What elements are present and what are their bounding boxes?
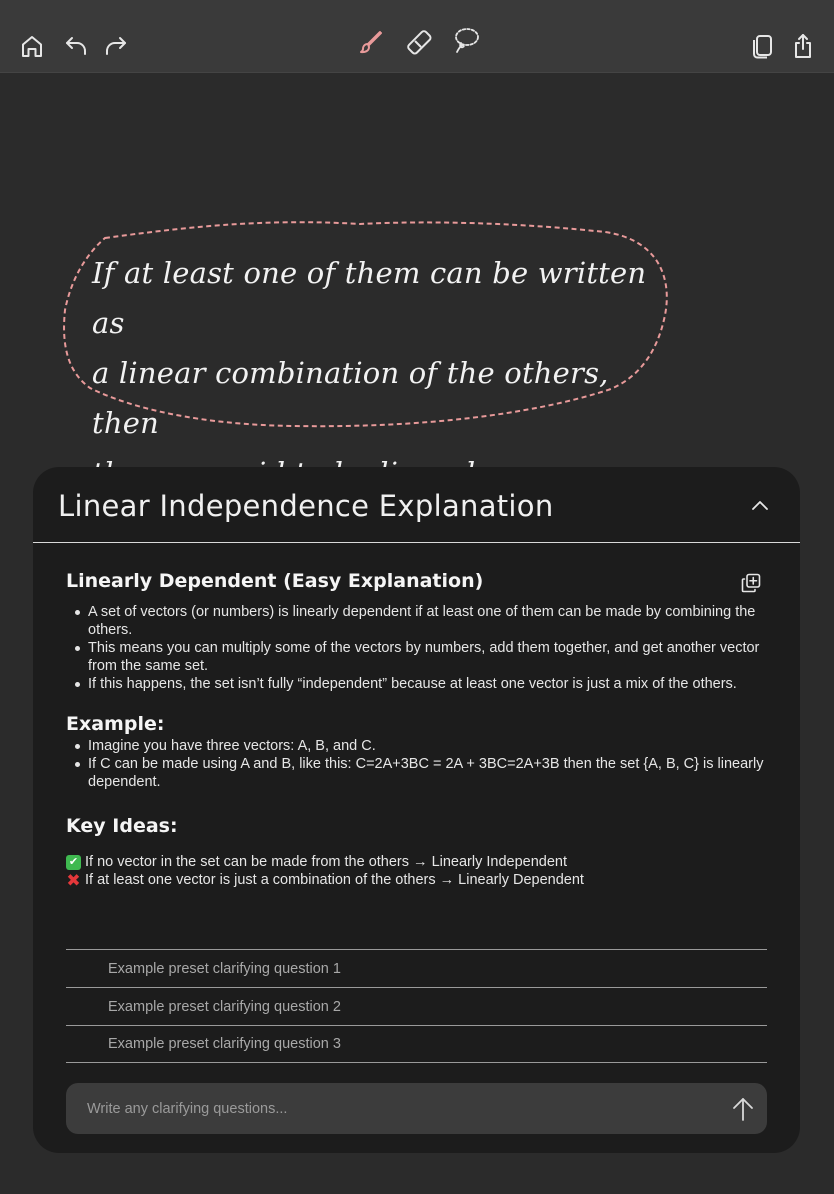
list-item: If this happens, the set isn’t fully “in… <box>66 675 766 693</box>
pen-tool-button[interactable] <box>353 24 389 60</box>
top-toolbar <box>0 0 834 73</box>
preset-question[interactable]: Example preset clarifying question 3 <box>66 1025 767 1063</box>
checkmark-icon: ✔ <box>66 854 81 870</box>
eraser-tool-button[interactable] <box>401 24 437 60</box>
explanation-panel: Linear Independence Explanation Linearly… <box>33 467 800 1153</box>
clarifying-question-input[interactable] <box>66 1083 706 1134</box>
section-title: Linearly Dependent (Easy Explanation) <box>66 570 484 592</box>
eraser-icon <box>407 30 432 55</box>
redo-button[interactable] <box>98 28 134 64</box>
key-idea-text: If no vector in the set can be made from… <box>85 854 568 870</box>
note-line: If at least one of them can be written a… <box>92 256 647 340</box>
definition-list: A set of vectors (or numbers) is linearl… <box>66 603 766 693</box>
key-ideas-list: ✔ If no vector in the set can be made fr… <box>66 853 766 889</box>
undo-button[interactable] <box>58 28 94 64</box>
key-idea-text: If at least one vector is just a combina… <box>85 872 584 888</box>
home-button[interactable] <box>14 28 50 64</box>
example-list: Imagine you have three vectors: A, B, an… <box>66 737 766 791</box>
key-ideas-title: Key Ideas: <box>66 815 178 837</box>
panel-header: Linear Independence Explanation <box>33 467 800 543</box>
undo-icon <box>66 37 86 55</box>
cross-icon: ✖ <box>66 870 81 890</box>
handwritten-note[interactable]: If at least one of them can be written a… <box>60 210 672 540</box>
question-input-bar <box>66 1083 767 1134</box>
list-item: A set of vectors (or numbers) is linearl… <box>66 603 766 639</box>
list-item: Imagine you have three vectors: A, B, an… <box>66 737 766 755</box>
explanation-content: Linearly Dependent (Easy Explanation) A … <box>66 567 766 889</box>
key-idea-independent: ✔ If no vector in the set can be made fr… <box>66 853 766 871</box>
preset-question[interactable]: Example preset clarifying question 2 <box>66 987 767 1025</box>
panel-title: Linear Independence Explanation <box>58 489 554 523</box>
send-arrow-icon[interactable] <box>731 1096 755 1122</box>
pages-icon <box>753 35 772 59</box>
pages-button[interactable] <box>744 28 780 64</box>
preset-questions: Example preset clarifying question 1 Exa… <box>66 949 767 1063</box>
lasso-icon <box>455 28 479 53</box>
preset-question[interactable]: Example preset clarifying question 1 <box>66 949 767 987</box>
list-item: If C can be made using A and B, like thi… <box>66 755 766 791</box>
lasso-tool-button[interactable] <box>448 22 484 58</box>
list-item: This means you can multiply some of the … <box>66 639 766 675</box>
pen-icon <box>360 31 382 54</box>
note-line: a linear combination of the others, then <box>92 356 609 440</box>
collapse-chevron-icon[interactable] <box>750 497 770 513</box>
share-button[interactable] <box>785 28 821 64</box>
redo-icon <box>106 37 126 55</box>
example-title: Example: <box>66 713 165 735</box>
key-idea-dependent: ✖ If at least one vector is just a combi… <box>66 871 766 889</box>
share-icon <box>795 34 811 58</box>
home-icon <box>22 36 42 57</box>
